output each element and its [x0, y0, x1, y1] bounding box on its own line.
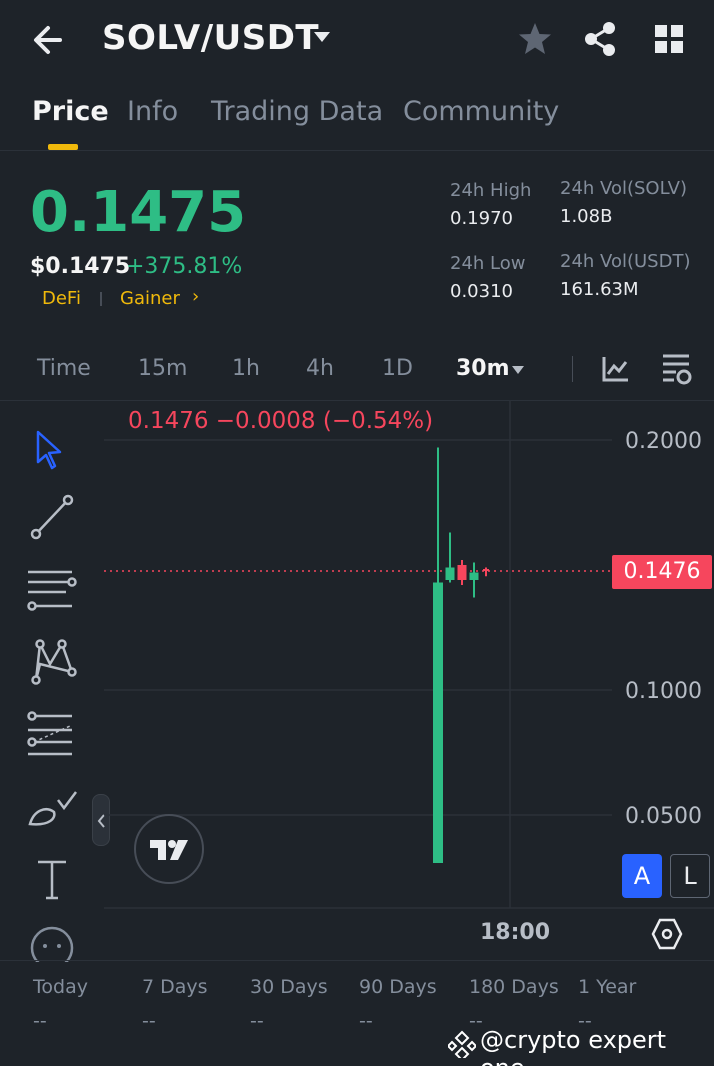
brush-icon[interactable]	[26, 786, 78, 838]
x-axis-tick: 18:00	[480, 920, 551, 945]
dropdown-caret-icon[interactable]	[312, 30, 332, 44]
interval-1h[interactable]: 1h	[232, 356, 260, 381]
indicator-icon[interactable]	[600, 354, 630, 384]
binance-logo-icon	[448, 1030, 476, 1058]
y-axis-tick: 0.2000	[625, 429, 702, 454]
chevron-right-icon[interactable]: ›	[192, 286, 199, 307]
share-icon[interactable]	[582, 20, 618, 58]
pattern-tool-icon[interactable]	[26, 636, 78, 688]
range-180d-label: 180 Days	[469, 976, 559, 998]
divider	[0, 150, 714, 151]
range-7d-value: --	[142, 1010, 156, 1032]
star-icon[interactable]	[516, 20, 554, 58]
interval-1d[interactable]: 1D	[382, 356, 413, 381]
ohlc-readout: 0.1476 −0.0008 (−0.54%)	[128, 408, 434, 434]
horizontal-lines-icon[interactable]	[26, 566, 78, 618]
header: SOLV/USDT	[0, 0, 714, 80]
drawing-toolbar	[0, 400, 104, 960]
interval-15m[interactable]: 15m	[138, 356, 187, 381]
range-7d-label: 7 Days	[142, 976, 208, 998]
range-90d-value: --	[359, 1010, 373, 1032]
chevron-down-icon[interactable]	[510, 364, 526, 376]
chart-options-icon[interactable]	[650, 916, 684, 952]
stat-vol-quote-value: 161.63M	[560, 279, 639, 300]
range-1y-label: 1 Year	[578, 976, 637, 998]
candle-body	[483, 569, 489, 571]
candle-body	[457, 565, 467, 580]
tab-price[interactable]: Price	[32, 96, 109, 127]
emoji-tool[interactable]	[26, 922, 78, 962]
emoji-icon	[30, 926, 74, 962]
range-30d-value: --	[250, 1010, 264, 1032]
y-axis-tick: 0.0500	[625, 804, 702, 829]
trend-line-icon[interactable]	[26, 492, 78, 544]
fib-retracement-icon[interactable]	[26, 710, 78, 762]
tradingview-icon	[150, 840, 188, 860]
range-today-label: Today	[33, 976, 88, 998]
chart-settings-icon[interactable]	[660, 352, 692, 386]
range-today-value: --	[33, 1010, 47, 1032]
grid-icon[interactable]	[654, 24, 684, 54]
interval-separator	[572, 356, 573, 382]
tag-gainer[interactable]: Gainer	[120, 288, 180, 309]
candle-body	[445, 567, 455, 580]
watermark: @crypto expert one	[480, 1026, 667, 1066]
tradingview-logo[interactable]	[134, 814, 204, 884]
pair-title[interactable]: SOLV/USDT	[102, 18, 319, 58]
interval-30m[interactable]: 30m	[456, 356, 510, 381]
stat-low-value: 0.0310	[450, 281, 513, 302]
y-axis-tick: 0.1000	[625, 679, 702, 704]
candle-body	[433, 582, 443, 863]
range-30d-label: 30 Days	[250, 976, 328, 998]
current-price-badge: 0.1476	[612, 555, 712, 589]
stat-vol-quote-label: 24h Vol(USDT)	[560, 251, 691, 272]
candle-body	[469, 572, 479, 580]
text-tool-icon[interactable]	[26, 854, 78, 906]
tag-defi[interactable]: DeFi	[42, 288, 81, 309]
cursor-icon[interactable]	[26, 426, 78, 478]
tab-info[interactable]: Info	[127, 96, 178, 127]
divider	[0, 960, 714, 961]
tab-community[interactable]: Community	[403, 96, 559, 127]
stat-low-label: 24h Low	[450, 253, 526, 274]
log-scale-button[interactable]: L	[670, 854, 710, 898]
tab-trading-data[interactable]: Trading Data	[211, 96, 383, 127]
interval-4h[interactable]: 4h	[306, 356, 334, 381]
range-90d-label: 90 Days	[359, 976, 437, 998]
last-price: 0.1475	[30, 180, 247, 245]
auto-scale-button[interactable]: A	[622, 854, 662, 898]
interval-time[interactable]: Time	[37, 356, 91, 381]
change-percent: +375.81%	[126, 254, 243, 279]
stat-vol-base-label: 24h Vol(SOLV)	[560, 178, 687, 199]
stat-high-label: 24h High	[450, 180, 532, 201]
stat-vol-base-value: 1.08B	[560, 206, 613, 227]
back-arrow-icon[interactable]	[28, 20, 72, 60]
stat-high-value: 0.1970	[450, 208, 513, 229]
usd-price: $0.1475	[30, 254, 131, 279]
tag-separator	[100, 292, 102, 306]
